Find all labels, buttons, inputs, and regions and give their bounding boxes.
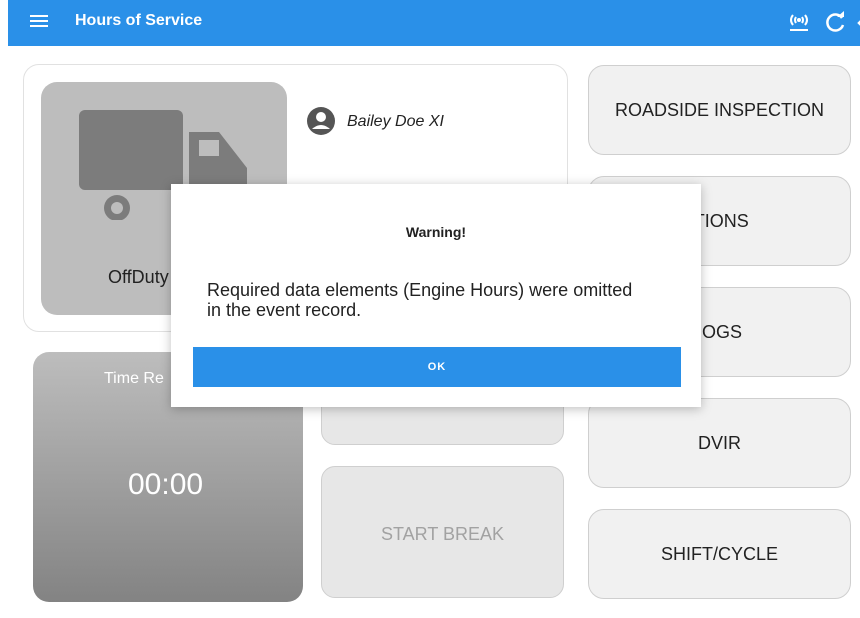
start-break-button[interactable]: START BREAK [321,466,564,598]
logout-icon[interactable] [856,10,860,36]
page-title: Hours of Service [75,12,203,29]
shift-cycle-button[interactable]: SHIFT/CYCLE [588,509,851,599]
time-remaining-label: Time Re [104,370,164,387]
menu-icon[interactable] [30,12,48,32]
roadside-inspection-button[interactable]: ROADSIDE INSPECTION [588,65,851,155]
driver-name: Bailey Doe XI [347,113,444,130]
warning-dialog: Warning! Required data elements (Engine … [171,184,701,407]
dialog-title: Warning! [405,224,467,240]
duty-status-label: OffDuty [108,267,169,287]
dialog-message: Required data elements (Engine Hours) we… [207,280,633,320]
start-break-label: START BREAK [380,524,505,544]
app-bar: Hours of Service [8,0,860,46]
refresh-icon[interactable] [823,10,849,36]
time-remaining-value: 00:00 [128,468,204,501]
dvir-button[interactable]: DVIR [588,398,851,488]
ok-button[interactable]: OK [193,347,681,387]
eld-connection-icon[interactable] [786,10,812,36]
